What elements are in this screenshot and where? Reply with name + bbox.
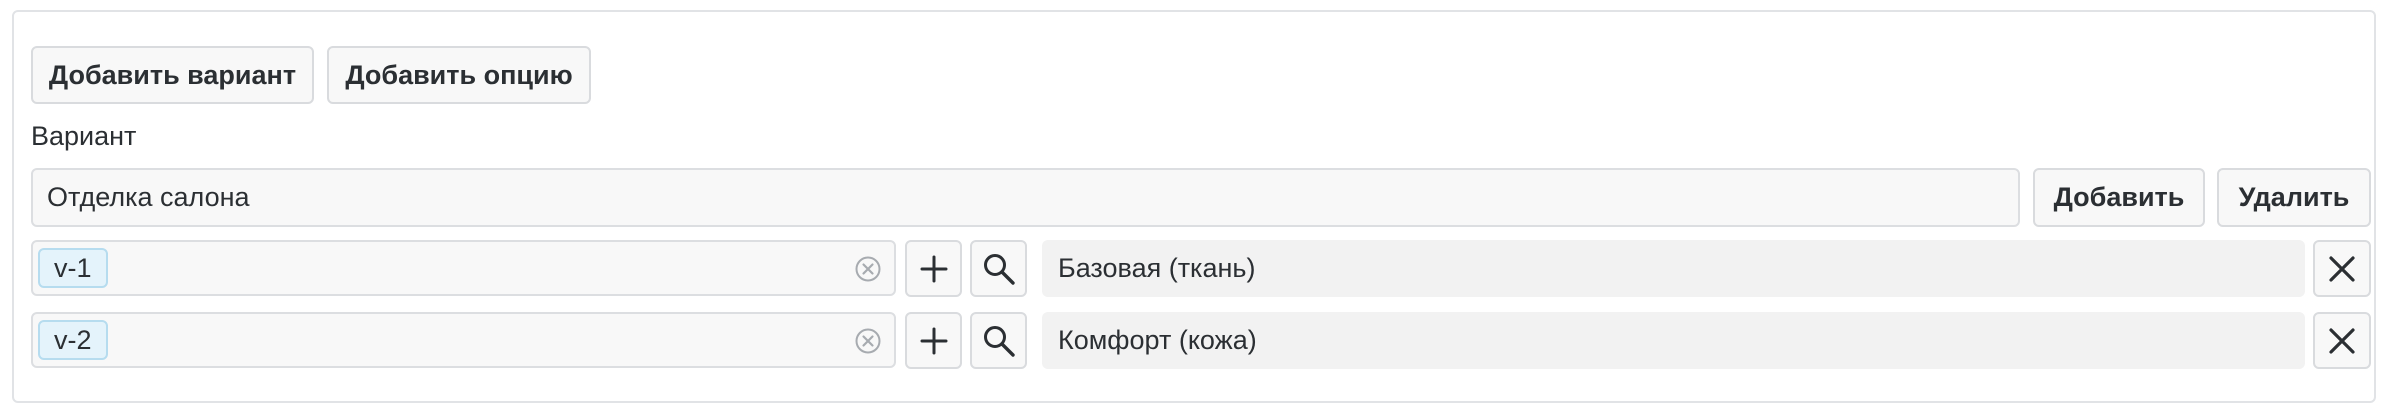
option-tag: v-1: [38, 248, 108, 288]
search-option-button[interactable]: [970, 312, 1027, 369]
option-tag-select[interactable]: v-2: [31, 312, 896, 368]
option-tag-select[interactable]: v-1: [31, 240, 896, 296]
remove-option-button[interactable]: [2313, 240, 2371, 297]
variant-add-button[interactable]: Добавить: [2033, 168, 2205, 227]
add-option-tag-button[interactable]: [905, 312, 962, 369]
option-tag: v-2: [38, 320, 108, 360]
add-option-tag-button[interactable]: [905, 240, 962, 297]
plus-icon: [920, 327, 947, 354]
close-icon: [2329, 327, 2355, 354]
variant-name-input[interactable]: Отделка салона: [31, 168, 2020, 227]
close-icon: [2329, 255, 2355, 282]
remove-option-button[interactable]: [2313, 312, 2371, 369]
circle-x-icon[interactable]: [854, 255, 882, 283]
add-variant-button[interactable]: Добавить вариант: [31, 46, 314, 104]
search-option-button[interactable]: [970, 240, 1027, 297]
option-value-field[interactable]: Комфорт (кожа): [1042, 312, 2305, 369]
option-value-field[interactable]: Базовая (ткань): [1042, 240, 2305, 297]
variant-delete-button[interactable]: Удалить: [2217, 168, 2371, 227]
circle-x-icon[interactable]: [854, 327, 882, 355]
plus-icon: [920, 255, 947, 282]
magnifier-icon: [983, 253, 1015, 285]
magnifier-icon: [983, 325, 1015, 357]
add-option-button[interactable]: Добавить опцию: [327, 46, 591, 104]
variant-label: Вариант: [31, 121, 137, 151]
